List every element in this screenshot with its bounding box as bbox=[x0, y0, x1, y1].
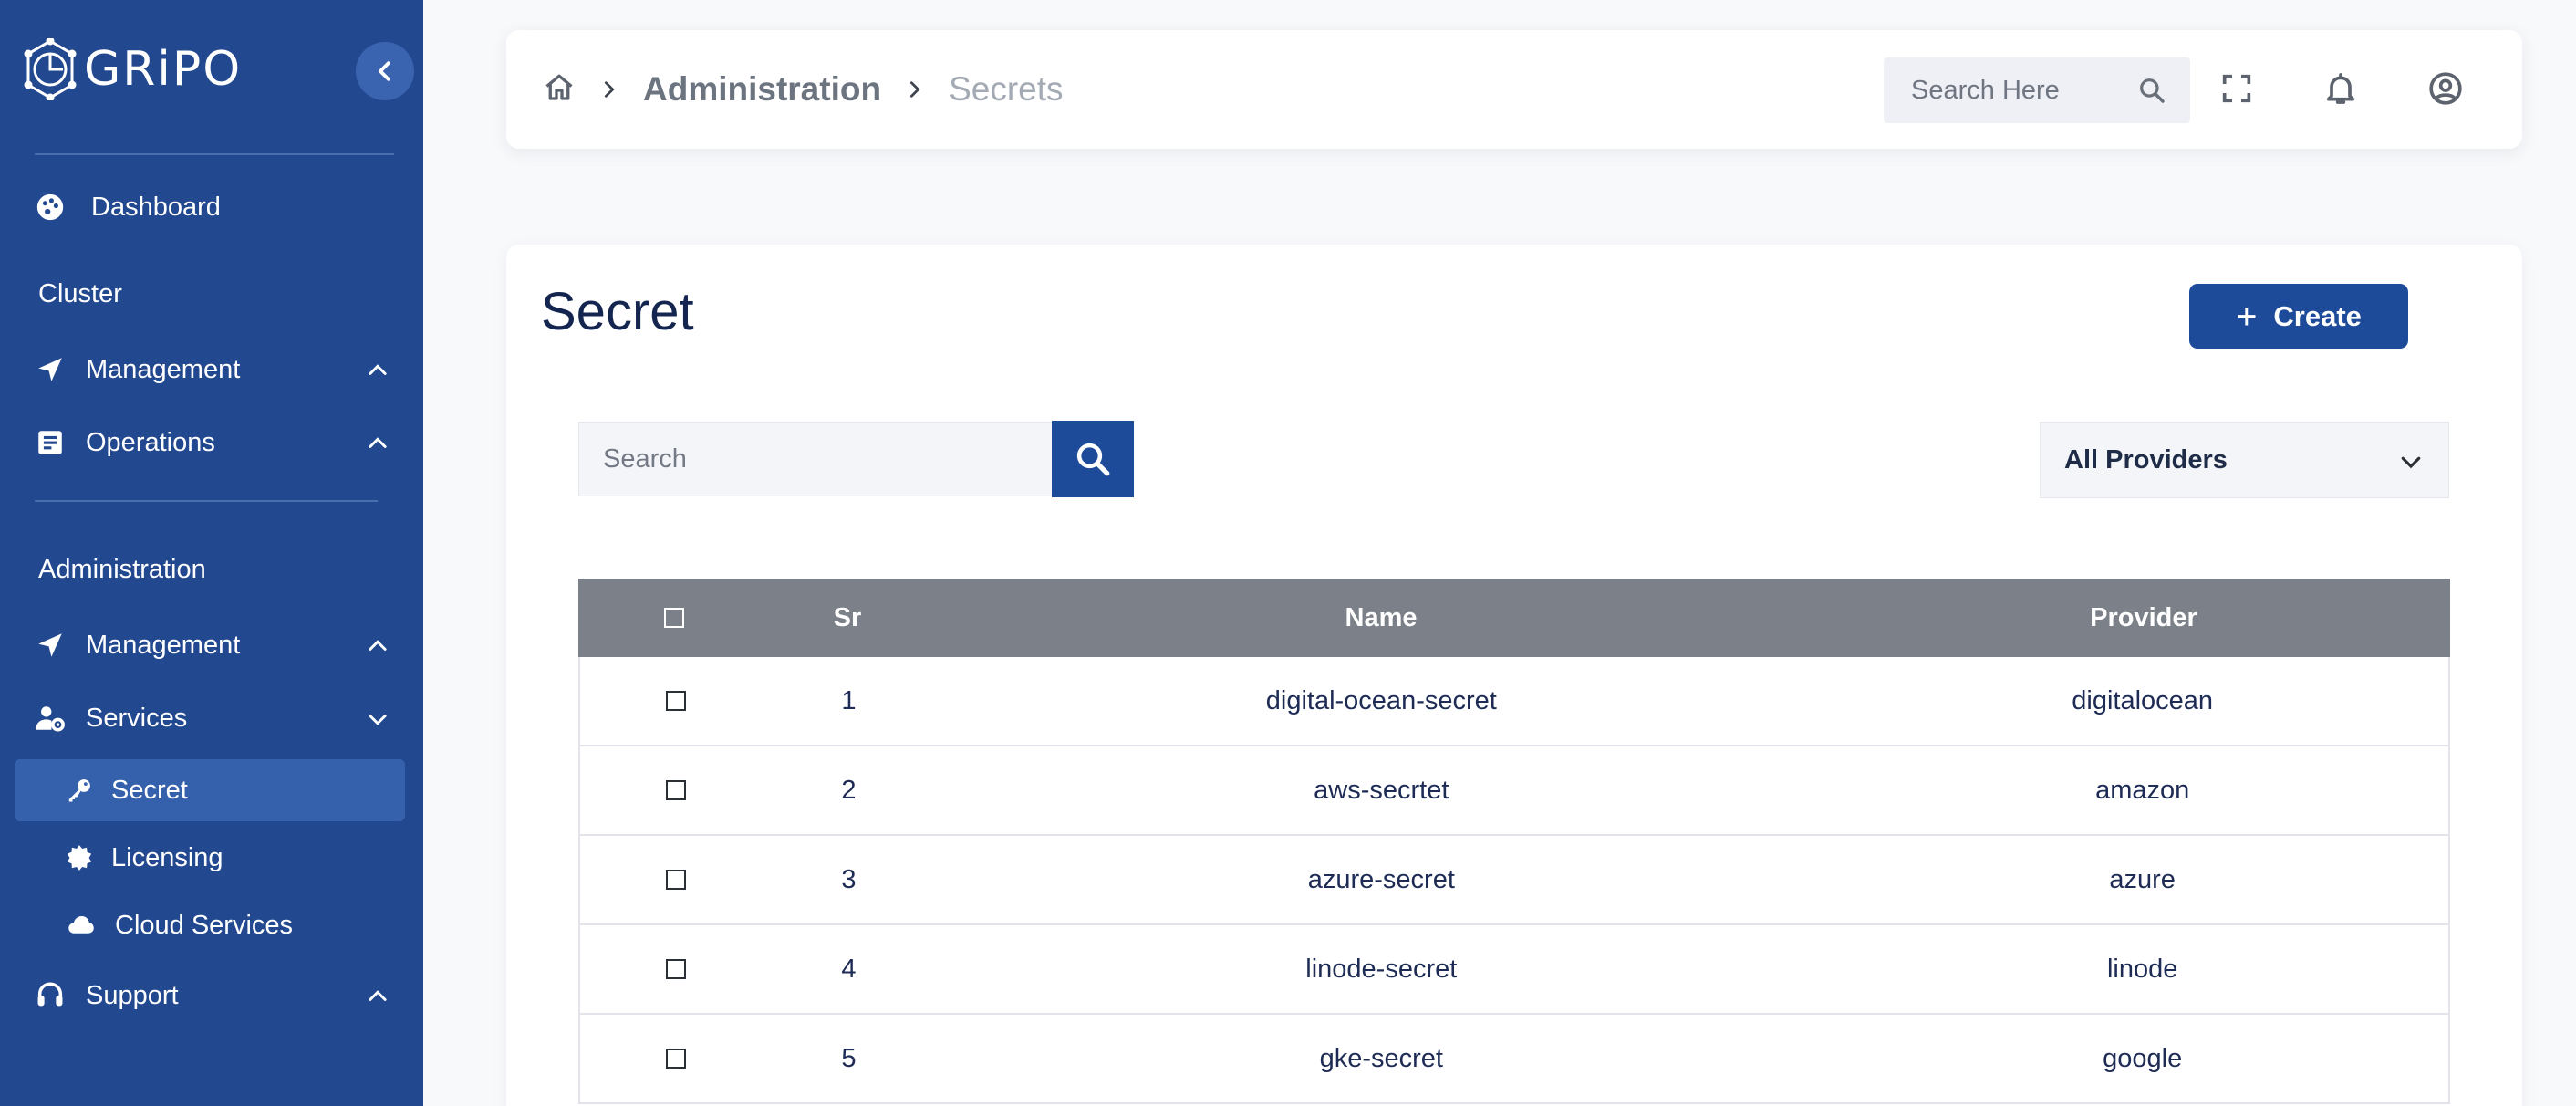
global-search bbox=[1884, 57, 2190, 123]
table-row[interactable]: 1 digital-ocean-secret digitalocean bbox=[578, 657, 2450, 746]
breadcrumb-secrets: Secrets bbox=[949, 70, 1064, 108]
search-button[interactable] bbox=[1052, 421, 1134, 497]
cell-name: gke-secret bbox=[1319, 1043, 1443, 1073]
section-label-administration: Administration bbox=[38, 555, 206, 584]
sidebar-item-services[interactable]: Services bbox=[35, 703, 187, 734]
table-row[interactable]: 3 azure-secret azure bbox=[578, 836, 2450, 925]
global-search-input[interactable] bbox=[1911, 75, 2130, 106]
gear-logo-icon bbox=[24, 38, 77, 100]
cell-sr: 2 bbox=[841, 775, 857, 805]
cloud-icon bbox=[68, 916, 94, 934]
chevron-up-icon[interactable] bbox=[365, 358, 390, 383]
sidebar-item-label: Services bbox=[86, 703, 188, 733]
sidebar-item-support[interactable]: Support bbox=[35, 980, 179, 1011]
cell-provider: linode bbox=[2106, 954, 2178, 984]
row-checkbox[interactable] bbox=[665, 691, 686, 711]
chevron-up-icon[interactable] bbox=[365, 431, 390, 456]
secret-search-input[interactable] bbox=[603, 443, 1023, 475]
sidebar-item-operations[interactable]: Operations bbox=[35, 427, 215, 458]
sidebar-divider bbox=[35, 153, 394, 155]
chevron-right-icon bbox=[604, 81, 615, 98]
sidebar-item-admin-management[interactable]: Management bbox=[35, 630, 240, 661]
column-header-sr[interactable]: Sr bbox=[770, 603, 925, 633]
chevron-up-icon[interactable] bbox=[365, 984, 390, 1009]
sidebar-item-label: Cloud Services bbox=[115, 910, 294, 940]
top-bar: Administration Secrets bbox=[506, 30, 2522, 149]
cell-name: aws-secrtet bbox=[1314, 775, 1449, 805]
row-checkbox[interactable] bbox=[665, 1049, 686, 1069]
column-header-name[interactable]: Name bbox=[925, 603, 1837, 633]
sidebar-item-label: Management bbox=[86, 354, 241, 384]
search-icon bbox=[1076, 443, 1110, 476]
plus-icon: + bbox=[2236, 296, 2258, 337]
bell-icon[interactable] bbox=[2322, 70, 2359, 107]
provider-filter-select[interactable]: All Providers bbox=[2040, 422, 2449, 498]
create-button-label: Create bbox=[2273, 299, 2362, 332]
chevron-down-icon bbox=[2401, 456, 2421, 469]
column-header-provider[interactable]: Provider bbox=[1837, 603, 2450, 633]
chevron-down-icon[interactable] bbox=[365, 706, 390, 732]
send-icon bbox=[38, 633, 62, 657]
key-icon bbox=[68, 779, 90, 802]
cell-name: azure-secret bbox=[1307, 864, 1455, 894]
sidebar-item-licensing[interactable]: Licensing bbox=[15, 827, 405, 889]
create-button[interactable]: + Create bbox=[2189, 284, 2408, 349]
table-row[interactable]: 2 aws-secrtet amazon bbox=[578, 746, 2450, 836]
cell-name: linode-secret bbox=[1305, 954, 1458, 984]
cell-name: digital-ocean-secret bbox=[1265, 685, 1497, 715]
search-icon[interactable] bbox=[2137, 76, 2166, 105]
sidebar-item-dashboard[interactable]: Dashboard bbox=[35, 192, 221, 223]
collapse-sidebar-button[interactable] bbox=[356, 42, 414, 100]
cell-provider: amazon bbox=[2095, 775, 2190, 805]
fullscreen-icon[interactable] bbox=[2218, 70, 2255, 107]
user-gear-icon bbox=[36, 706, 65, 732]
sidebar-item-label: Management bbox=[86, 630, 241, 660]
sidebar-item-secret[interactable]: Secret bbox=[15, 759, 405, 821]
secret-card: Secret + Create All Providers Sr Name Pr… bbox=[506, 245, 2522, 1106]
headset-icon bbox=[37, 982, 63, 1007]
cell-sr: 1 bbox=[841, 685, 857, 715]
sidebar-item-cloud-services[interactable]: Cloud Services bbox=[15, 894, 405, 956]
table-row[interactable]: 5 gke-secret google bbox=[578, 1015, 2450, 1104]
breadcrumb-home[interactable] bbox=[543, 71, 576, 109]
sidebar-divider bbox=[35, 500, 378, 502]
cell-provider: google bbox=[2103, 1043, 2183, 1073]
breadcrumb: Administration Secrets bbox=[543, 30, 1064, 149]
logo[interactable]: GRiPO bbox=[22, 37, 242, 102]
cell-provider: azure bbox=[2109, 864, 2176, 894]
sidebar-item-label: Dashboard bbox=[91, 192, 221, 222]
chevron-left-icon bbox=[379, 61, 390, 81]
sidebar-item-label: Licensing bbox=[111, 842, 223, 872]
table-row[interactable]: 4 linode-secret linode bbox=[578, 925, 2450, 1015]
row-checkbox[interactable] bbox=[665, 870, 686, 890]
select-all-checkbox[interactable] bbox=[664, 608, 684, 628]
chevron-up-icon[interactable] bbox=[365, 633, 390, 659]
secret-search bbox=[578, 422, 1053, 496]
sidebar-item-cluster-management[interactable]: Management bbox=[35, 354, 240, 385]
chevron-right-icon bbox=[910, 81, 920, 98]
badge-icon bbox=[67, 845, 92, 871]
file-text-icon bbox=[38, 431, 62, 454]
sidebar-item-label: Support bbox=[86, 980, 179, 1010]
breadcrumb-administration[interactable]: Administration bbox=[643, 70, 881, 109]
home-icon bbox=[545, 74, 573, 100]
secrets-table: Sr Name Provider 1 digital-ocean-secret … bbox=[578, 579, 2450, 1104]
sidebar-item-label: Secret bbox=[111, 775, 188, 805]
palette-icon bbox=[36, 193, 64, 221]
cell-sr: 5 bbox=[841, 1043, 857, 1073]
user-circle-icon[interactable] bbox=[2427, 70, 2464, 107]
sidebar: GRiPO Dashboard Cluster Management Opera… bbox=[0, 0, 423, 1106]
row-checkbox[interactable] bbox=[665, 780, 686, 800]
page-title: Secret bbox=[541, 282, 694, 341]
cell-sr: 3 bbox=[841, 864, 857, 894]
send-icon bbox=[38, 358, 62, 381]
logo-text: GRiPO bbox=[84, 42, 243, 97]
row-checkbox[interactable] bbox=[665, 959, 686, 979]
table-header: Sr Name Provider bbox=[578, 579, 2450, 657]
cell-provider: digitalocean bbox=[2072, 685, 2214, 715]
cell-sr: 4 bbox=[841, 954, 857, 984]
section-label-cluster: Cluster bbox=[38, 279, 122, 308]
provider-filter-value: All Providers bbox=[2064, 444, 2228, 475]
sidebar-item-label: Operations bbox=[86, 427, 215, 457]
